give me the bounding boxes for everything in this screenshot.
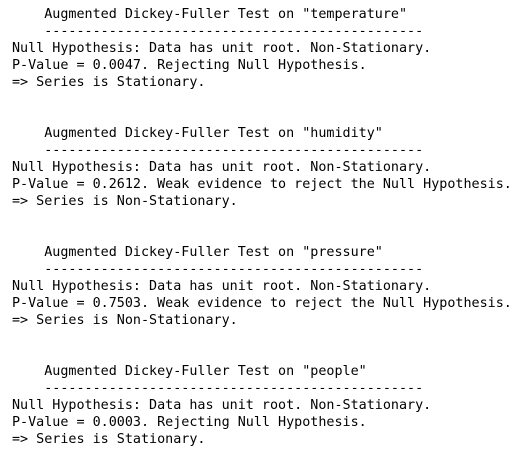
null-hypothesis-text: Null Hypothesis: Data has unit root. Non… xyxy=(12,279,432,294)
p-value-text: P-Value = 0.0003. Rejecting Null Hypothe… xyxy=(12,415,367,430)
separator-line: ----------------------------------------… xyxy=(12,24,424,39)
test-title: Augmented Dickey-Fuller Test on "pressur… xyxy=(12,245,383,260)
null-hypothesis-text: Null Hypothesis: Data has unit root. Non… xyxy=(12,398,432,413)
separator-line: ----------------------------------------… xyxy=(12,143,424,158)
p-value-text: P-Value = 0.7503. Weak evidence to rejec… xyxy=(12,296,512,311)
conclusion-text: => Series is Non-Stationary. xyxy=(12,194,238,209)
adf-test-block-humidity: Augmented Dickey-Fuller Test on "humidit… xyxy=(12,125,528,210)
adf-test-block-temperature: Augmented Dickey-Fuller Test on "tempera… xyxy=(12,6,528,91)
conclusion-text: => Series is Stationary. xyxy=(12,432,206,447)
adf-test-block-pressure: Augmented Dickey-Fuller Test on "pressur… xyxy=(12,244,528,329)
null-hypothesis-text: Null Hypothesis: Data has unit root. Non… xyxy=(12,41,432,56)
test-title: Augmented Dickey-Fuller Test on "humidit… xyxy=(12,126,383,141)
p-value-text: P-Value = 0.0047. Rejecting Null Hypothe… xyxy=(12,58,367,73)
conclusion-text: => Series is Stationary. xyxy=(12,75,206,90)
adf-test-block-people: Augmented Dickey-Fuller Test on "people"… xyxy=(12,363,528,448)
conclusion-text: => Series is Non-Stationary. xyxy=(12,313,238,328)
test-title: Augmented Dickey-Fuller Test on "people" xyxy=(12,364,367,379)
separator-line: ----------------------------------------… xyxy=(12,381,424,396)
p-value-text: P-Value = 0.2612. Weak evidence to rejec… xyxy=(12,177,512,192)
separator-line: ----------------------------------------… xyxy=(12,262,424,277)
null-hypothesis-text: Null Hypothesis: Data has unit root. Non… xyxy=(12,160,432,175)
test-title: Augmented Dickey-Fuller Test on "tempera… xyxy=(12,7,408,22)
console-output: Augmented Dickey-Fuller Test on "tempera… xyxy=(12,6,528,448)
